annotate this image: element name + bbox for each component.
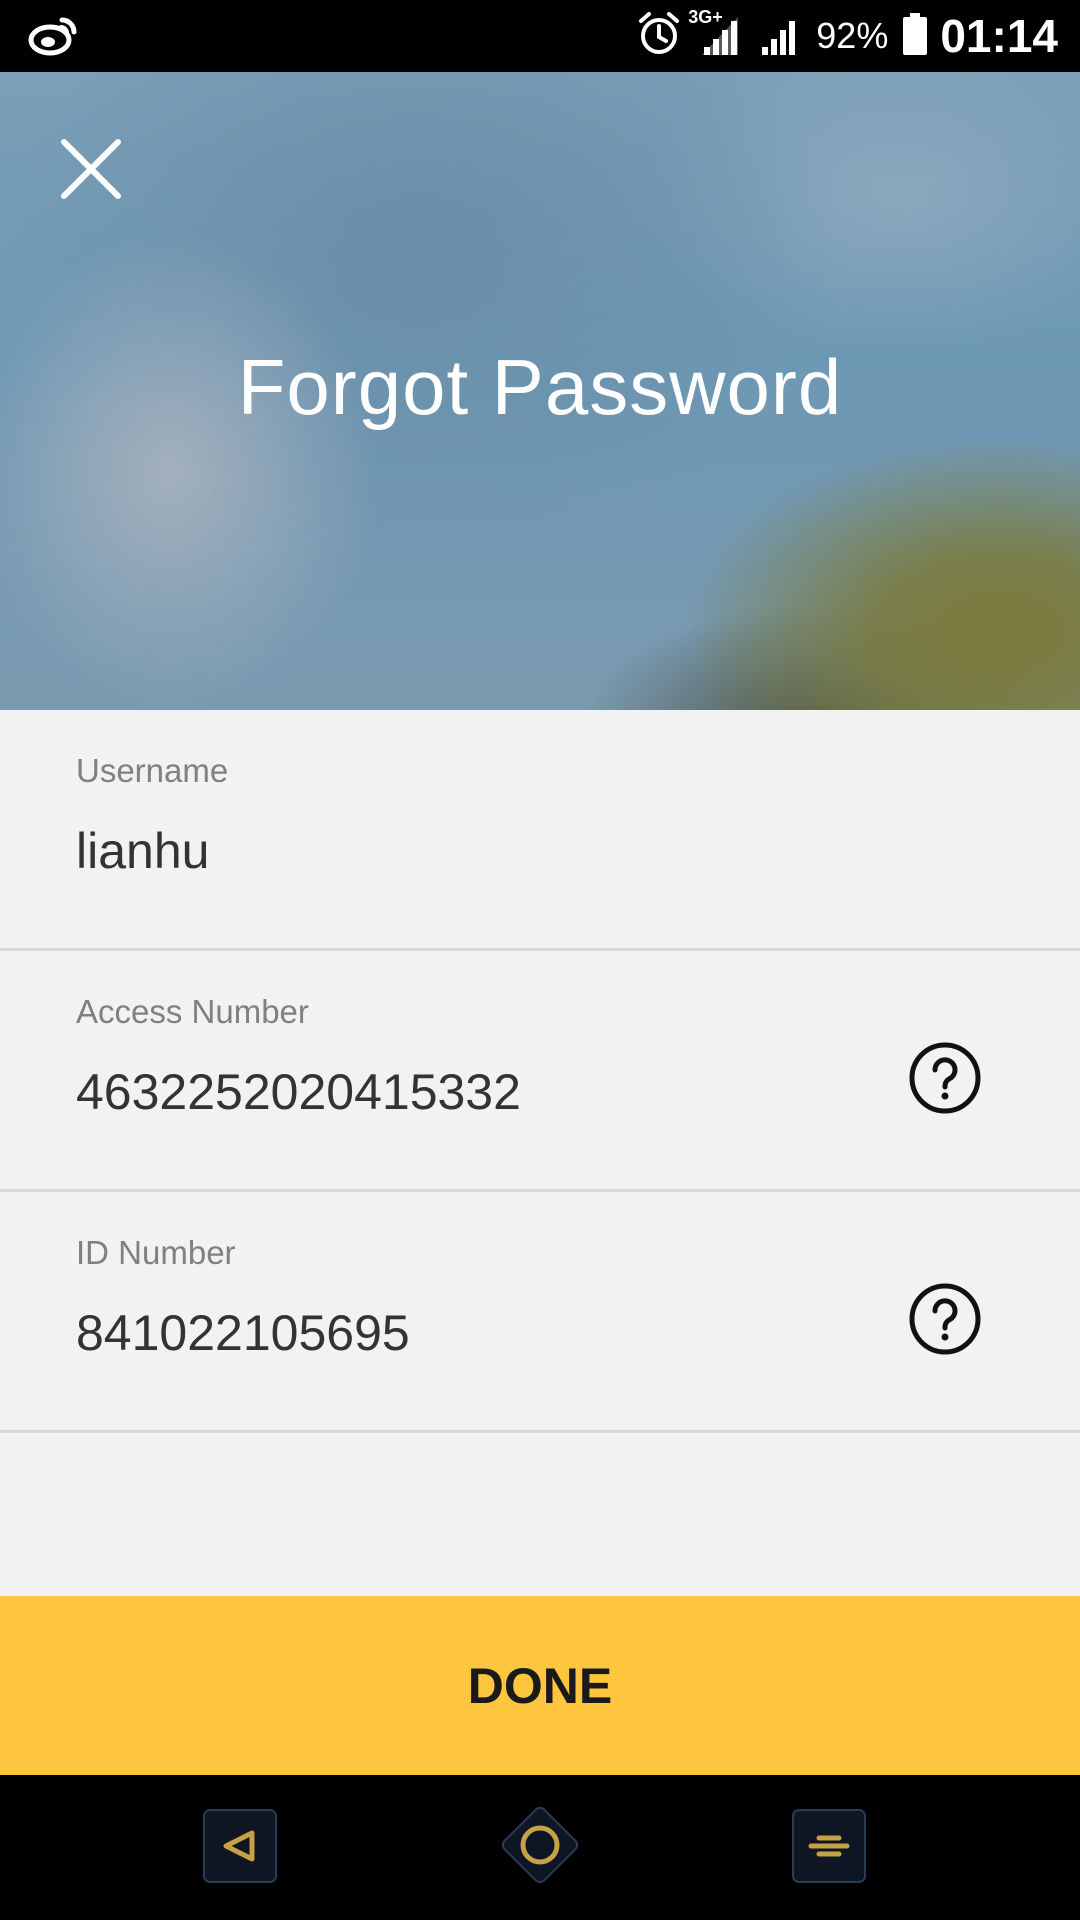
alarm-clock-icon — [636, 11, 682, 62]
close-button[interactable] — [54, 132, 128, 206]
done-button[interactable]: DONE — [0, 1596, 1080, 1775]
nav-menu-button[interactable] — [791, 1808, 867, 1889]
cell-signal-icon — [756, 11, 802, 62]
page-title: Forgot Password — [237, 343, 843, 431]
access-number-help-button[interactable] — [908, 1041, 982, 1115]
forgot-password-form: Username Access Number ID Number — [0, 710, 1080, 1433]
question-circle-icon — [909, 1042, 981, 1114]
battery-icon — [902, 11, 928, 62]
navigation-bar — [0, 1775, 1080, 1920]
home-circle-icon — [501, 1806, 579, 1884]
access-number-input[interactable] — [76, 1063, 856, 1121]
id-number-input[interactable] — [76, 1304, 856, 1362]
username-field: Username — [0, 710, 1080, 951]
access-number-field: Access Number — [0, 951, 1080, 1192]
menu-lines-icon — [792, 1809, 866, 1883]
nav-home-button[interactable] — [490, 1795, 590, 1900]
nav-back-button[interactable] — [202, 1808, 278, 1889]
id-number-label: ID Number — [76, 1234, 236, 1271]
clock-time: 01:14 — [940, 10, 1058, 62]
status-icons: 3G+ 92% 01:14 — [622, 0, 1058, 72]
back-triangle-icon — [203, 1809, 277, 1883]
weibo-icon — [28, 12, 80, 63]
battery-percent: 92% — [816, 15, 889, 56]
question-circle-icon — [909, 1283, 981, 1355]
status-bar: 3G+ 92% 01:14 — [0, 0, 1080, 72]
header-banner: Forgot Password — [0, 72, 1080, 710]
forgot-password-screen: 3G+ 92% 01:14 Forgot Password Username l… — [0, 0, 1080, 1920]
id-number-field: ID Number — [0, 1192, 1080, 1433]
network-type-label: 3G+ — [688, 6, 723, 27]
id-number-help-button[interactable] — [908, 1282, 982, 1356]
username-label: Username — [76, 752, 229, 789]
access-number-label: Access Number — [76, 993, 309, 1030]
close-icon — [61, 139, 121, 199]
cell-signal-3g-icon: 3G+ — [688, 7, 742, 62]
username-input[interactable] — [76, 822, 856, 880]
